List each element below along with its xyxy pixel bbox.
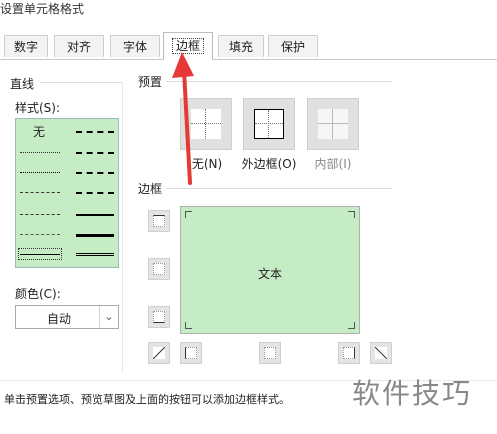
border-left-button[interactable]: [180, 342, 202, 364]
color-label: 颜色(C):: [15, 285, 61, 302]
preset-inside-label: 内部(I): [314, 157, 352, 171]
line-group-title: 直线: [10, 75, 35, 92]
line-style-dashdotdot[interactable]: [76, 152, 114, 154]
border-right-icon: [343, 347, 355, 359]
tab-fill[interactable]: 填充: [218, 35, 264, 57]
line-style-medium[interactable]: [76, 214, 114, 216]
line-style-dashed-thin[interactable]: [20, 234, 60, 235]
line-style-dashdot-thick[interactable]: [76, 131, 114, 133]
line-style-thin[interactable]: [20, 254, 60, 255]
group-divider: [40, 82, 122, 83]
line-style-dashdotdot-thin[interactable]: [20, 192, 60, 193]
preset-inside-icon: [318, 109, 348, 139]
diagonal-up-icon: [153, 347, 165, 359]
line-style-double[interactable]: [76, 253, 114, 256]
line-style-none[interactable]: 无: [33, 123, 45, 140]
red-arrow-annotation: [172, 52, 194, 185]
tab-alignment[interactable]: 对齐: [54, 35, 104, 57]
border-inside-vertical-button[interactable]: [259, 342, 281, 364]
preset-inside-button[interactable]: [307, 98, 359, 150]
preset-outline-button[interactable]: [243, 98, 295, 150]
color-value: 自动: [46, 312, 71, 326]
border-bottom-button[interactable]: [148, 306, 170, 328]
tab-label: 字体: [122, 40, 147, 54]
border-left-icon: [185, 347, 197, 359]
line-style-dashed-medium[interactable]: [76, 192, 114, 194]
tab-protection[interactable]: 保护: [268, 35, 318, 57]
border-preview[interactable]: 文本: [180, 206, 360, 334]
border-bottom-icon: [153, 311, 165, 323]
preset-outline-icon: [254, 109, 284, 139]
line-style-dashdot-thin[interactable]: [20, 214, 60, 215]
border-diagonal-down-button[interactable]: [370, 342, 392, 364]
tab-label: 数字: [13, 40, 38, 54]
line-style-dotted[interactable]: [20, 172, 60, 173]
tab-label: 保护: [280, 40, 305, 54]
tab-label: 填充: [228, 40, 253, 54]
preview-text: 文本: [257, 267, 282, 281]
line-style-hair[interactable]: [20, 152, 60, 153]
dialog-title: 设置单元格格式: [0, 2, 85, 16]
border-top-icon: [153, 215, 165, 227]
line-style-dashdot[interactable]: [76, 172, 114, 174]
line-style-thick[interactable]: [76, 234, 114, 237]
border-top-button[interactable]: [148, 210, 170, 232]
line-style-list[interactable]: [15, 118, 119, 268]
color-dropdown[interactable]: 自动 ⌄: [15, 305, 119, 329]
border-diagonal-up-button[interactable]: [148, 342, 170, 364]
tab-number[interactable]: 数字: [4, 35, 48, 57]
tab-font[interactable]: 字体: [110, 35, 160, 57]
group-divider: [166, 188, 392, 189]
tab-label: 对齐: [66, 40, 91, 54]
preset-group-title: 预置: [138, 73, 163, 90]
border-group-title: 边框: [138, 180, 163, 197]
border-middle-icon: [153, 263, 165, 275]
hint-text: 单击预置选项、预览草图及上面的按钮可以添加边框样式。: [4, 393, 290, 406]
border-center-icon: [264, 347, 276, 359]
chevron-down-icon[interactable]: ⌄: [99, 306, 118, 328]
group-divider: [122, 82, 123, 372]
diagonal-down-icon: [375, 347, 387, 359]
watermark: 软件技巧: [352, 377, 473, 410]
border-right-button[interactable]: [338, 342, 360, 364]
border-inside-horizontal-button[interactable]: [148, 258, 170, 280]
style-label: 样式(S):: [15, 99, 61, 116]
preset-outline-label: 外边框(O): [241, 157, 297, 171]
